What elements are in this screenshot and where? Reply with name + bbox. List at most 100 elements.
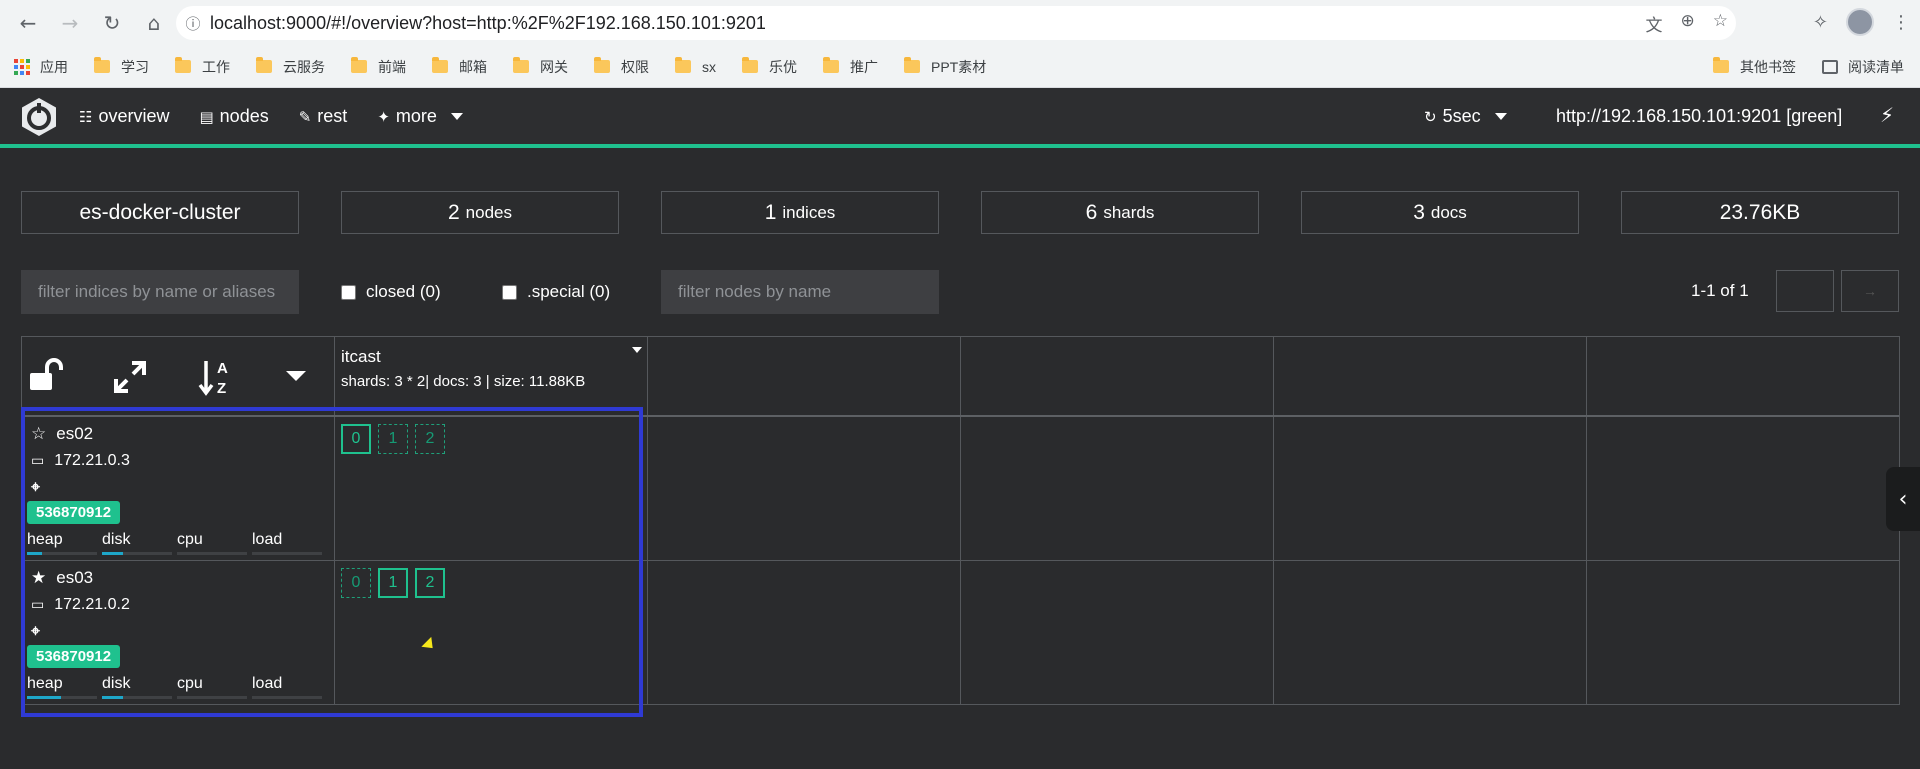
bookmark-folder[interactable]: sx — [675, 57, 716, 75]
nav-more[interactable]: ✦ more — [377, 106, 463, 127]
docs-count-box: 3 docs — [1301, 191, 1579, 234]
wand-icon: ✦ — [377, 107, 390, 126]
refresh-interval-dropdown[interactable]: ↻ 5sec — [1424, 106, 1507, 127]
metric-label: disk — [102, 675, 131, 692]
bookmark-label: 学习 — [121, 58, 149, 75]
indices-unit: indices — [782, 202, 836, 222]
chevron-down-icon — [450, 113, 463, 120]
hdd-icon: ▭ — [31, 453, 45, 469]
metric-load: load — [252, 675, 327, 699]
pagination-info: 1-1 of 1 — [1691, 281, 1749, 300]
bookmark-label: 邮箱 — [459, 58, 487, 75]
metric-disk: disk — [102, 531, 177, 555]
site-info-icon[interactable]: ⓘ — [176, 13, 210, 34]
crop-icon: ⌖ — [31, 477, 41, 496]
metric-label: heap — [27, 675, 63, 692]
forward-icon[interactable]: → — [52, 5, 88, 41]
address-bar[interactable]: ⓘ localhost:9000/#!/overview?host=http:%… — [176, 6, 1736, 40]
node-row-es03: ★ es03 ▭ 172.21.0.2 ⌖ 536870912 heap dis… — [22, 561, 335, 705]
back-icon[interactable]: ← — [10, 5, 46, 41]
bookmark-folder[interactable]: 学习 — [94, 57, 149, 77]
nav-nodes[interactable]: ▤ nodes — [199, 106, 268, 127]
expand-icon[interactable] — [112, 359, 148, 395]
node-ip: 172.21.0.3 — [54, 452, 130, 469]
bookmark-label: 网关 — [540, 58, 568, 75]
caret-down-icon[interactable] — [284, 367, 308, 385]
star-outline-icon: ☆ — [31, 424, 47, 444]
bookmark-label: 推广 — [850, 58, 878, 75]
metric-heap: heap — [27, 675, 102, 699]
translate-icon[interactable]: 文 — [1646, 11, 1663, 36]
nav-rest[interactable]: ✎ rest — [299, 106, 348, 127]
filter-nodes-placeholder: filter nodes by name — [678, 282, 832, 301]
bookmark-label: 工作 — [202, 58, 230, 75]
node-name[interactable]: es03 — [56, 568, 93, 588]
chevron-down-icon — [1494, 113, 1507, 120]
index-meta: shards: 3 * 2| docs: 3 | size: 11.88KB — [341, 373, 586, 390]
filter-nodes-input[interactable]: filter nodes by name — [661, 270, 939, 314]
checkbox-box[interactable] — [341, 284, 356, 300]
next-page-button[interactable]: → — [1841, 270, 1899, 312]
connect-plug-icon[interactable]: ⚡ — [1880, 103, 1894, 127]
reload-icon[interactable]: ↻ — [94, 5, 130, 41]
closed-indices-checkbox[interactable]: closed (0) — [341, 282, 441, 302]
index-menu-caret-icon[interactable] — [632, 347, 642, 353]
home-icon[interactable]: ⌂ — [136, 5, 172, 41]
hdd-icon: ▭ — [31, 597, 45, 613]
metric-disk: disk — [102, 675, 177, 699]
bookmark-other[interactable]: 其他书签 — [1713, 57, 1796, 77]
browser-menu-icon[interactable]: ⋮ — [1892, 12, 1910, 33]
shard-primary[interactable]: 0 — [341, 424, 371, 454]
unlock-icon[interactable] — [27, 357, 63, 393]
profile-avatar[interactable] — [1846, 8, 1874, 36]
bookmark-folder[interactable]: 云服务 — [256, 57, 325, 77]
side-panel-toggle-chevron-left-icon[interactable]: ‹ — [1886, 467, 1920, 531]
checkbox-box[interactable] — [502, 284, 517, 300]
bookmark-label: 前端 — [378, 58, 406, 75]
folder-icon — [432, 57, 448, 73]
bookmark-folder[interactable]: PPT素材 — [904, 57, 986, 77]
folder-icon — [904, 57, 920, 73]
folder-icon — [256, 57, 272, 73]
bookmark-folder[interactable]: 工作 — [175, 57, 230, 77]
bookmark-folder[interactable]: 推广 — [823, 57, 878, 77]
node-ip: 172.21.0.2 — [54, 596, 130, 613]
shard-replica[interactable]: 1 — [378, 424, 408, 454]
apps-icon — [14, 58, 30, 75]
filter-indices-input[interactable]: filter indices by name or aliases — [21, 270, 299, 314]
special-indices-checkbox[interactable]: .special (0) — [502, 282, 610, 302]
shard-primary[interactable]: 2 — [415, 568, 445, 598]
nav-label: rest — [317, 106, 348, 126]
zoom-icon[interactable]: ⊕ — [1681, 11, 1695, 36]
bookmark-star-icon[interactable]: ☆ — [1713, 11, 1728, 36]
shard-replica[interactable]: 0 — [341, 568, 371, 598]
bookmark-folder[interactable]: 邮箱 — [432, 57, 487, 77]
prev-page-button[interactable] — [1776, 270, 1834, 312]
bookmark-folder[interactable]: 乐优 — [742, 57, 797, 77]
shard-primary[interactable]: 1 — [378, 568, 408, 598]
metric-cpu: cpu — [177, 675, 252, 699]
sort-alpha-icon[interactable]: A Z — [198, 357, 238, 397]
bookmark-folder[interactable]: 网关 — [513, 57, 568, 77]
nav-overview[interactable]: ☷ overview — [79, 106, 169, 127]
url-text: localhost:9000/#!/overview?host=http:%2F… — [210, 12, 766, 33]
bookmark-label: 权限 — [621, 58, 649, 75]
folder-icon — [742, 57, 758, 73]
bookmark-label: 应用 — [40, 58, 68, 75]
bookmark-folder[interactable]: 权限 — [594, 57, 649, 77]
index-header-itcast[interactable]: itcast shards: 3 * 2| docs: 3 | size: 11… — [336, 337, 648, 415]
folder-icon — [94, 57, 110, 73]
bookmark-label: 其他书签 — [1740, 58, 1796, 75]
elasticsearch-head-logo-icon[interactable] — [19, 97, 59, 137]
extensions-icon[interactable]: ✧ — [1813, 12, 1828, 33]
bookmark-folder[interactable]: 前端 — [351, 57, 406, 77]
indices-count-box: 1 indices — [661, 191, 939, 234]
metric-label: disk — [102, 531, 131, 548]
metric-cpu: cpu — [177, 531, 252, 555]
node-name[interactable]: es02 — [56, 424, 93, 444]
shard-replica[interactable]: 2 — [415, 424, 445, 454]
bookmark-apps[interactable]: 应用 — [14, 57, 68, 77]
bookmark-reading-list[interactable]: 阅读清单 — [1822, 57, 1904, 77]
total-size: 23.76KB — [1719, 200, 1801, 224]
bookmark-label: sx — [702, 58, 716, 75]
